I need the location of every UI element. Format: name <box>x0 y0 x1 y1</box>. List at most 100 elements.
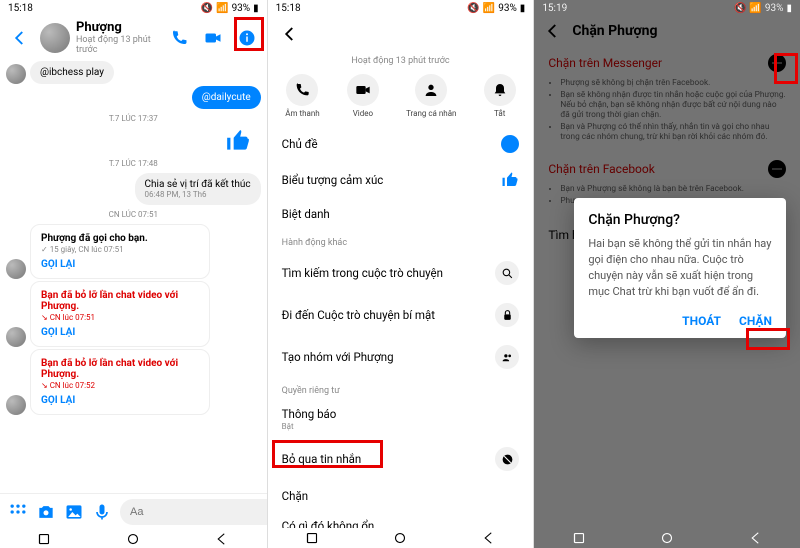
item-block[interactable]: Chặn <box>268 480 534 512</box>
callback-button[interactable]: GỌI LẠI <box>41 327 199 338</box>
back-nav-button[interactable] <box>480 529 498 547</box>
item-secret[interactable]: Đi đến Cuộc trò chuyện bí mật <box>268 294 534 336</box>
status-bar: 15:18 🔇 📶 93% ▮ <box>0 0 267 16</box>
recents-button[interactable] <box>303 529 321 547</box>
battery-text: 93% <box>498 3 517 14</box>
screen-details: 15:18 🔇 📶 93% ▮ Hoạt động 13 phút trước … <box>267 0 534 548</box>
mute-icon: 🔇 <box>467 3 479 14</box>
action-video[interactable]: Video <box>347 74 379 118</box>
item-nickname[interactable]: Biệt danh <box>268 198 534 230</box>
back-button[interactable] <box>6 24 34 52</box>
status-right: 🔇 📶 93% ▮ <box>201 3 259 14</box>
gallery-button[interactable] <box>64 501 84 523</box>
audio-call-button[interactable] <box>165 24 193 52</box>
ignore-icon <box>495 447 519 471</box>
wifi-icon: 📶 <box>216 3 228 14</box>
group-other: Hành động khác <box>268 230 534 252</box>
call-title: Phượng đã gọi cho bạn. <box>41 233 199 244</box>
missed-title: Bạn đã bỏ lỡ lần chat video với Phượng. <box>41 358 199 380</box>
timestamp: T.7 LÚC 17:48 <box>0 159 267 168</box>
call-card[interactable]: Phượng đã gọi cho bạn. ✓ 15 giây, CN lúc… <box>30 224 210 279</box>
status-bar: 15:18 🔇 📶 93% ▮ <box>268 0 534 16</box>
battery-icon: ▮ <box>253 3 259 14</box>
missed-call-card[interactable]: Bạn đã bỏ lỡ lần chat video với Phượng. … <box>30 349 210 415</box>
action-profile[interactable]: Trang cá nhân <box>406 74 456 118</box>
action-row: Âm thanh Video Trang cá nhân Tắt <box>272 74 530 118</box>
status-time: 15:18 <box>8 3 33 14</box>
group-icon <box>495 345 519 369</box>
mute-icon: 🔇 <box>201 3 213 14</box>
contact-name: Phượng <box>76 20 159 35</box>
dialog-body: Hai bạn sẽ không thể gửi tin nhắn hay gọ… <box>588 236 772 300</box>
action-audio[interactable]: Âm thanh <box>285 74 319 118</box>
recents-button[interactable] <box>570 529 588 547</box>
avatar <box>6 327 26 347</box>
avatar <box>6 64 26 84</box>
wifi-icon: 📶 <box>483 3 495 14</box>
callback-button[interactable]: GỌI LẠI <box>41 395 199 406</box>
contact-status: Hoạt động 13 phút trước <box>76 35 159 55</box>
dialog-confirm-button[interactable]: CHẶN <box>739 314 772 328</box>
dialog-cancel-button[interactable]: THOÁT <box>682 314 721 328</box>
confirm-dialog: Chặn Phượng? Hai bạn sẽ không thể gửi ti… <box>574 198 786 338</box>
location-sub: 06:48 PM, 13 Th6 <box>145 190 251 199</box>
home-button[interactable] <box>658 529 676 547</box>
mic-button[interactable] <box>92 501 112 523</box>
header-title-block[interactable]: Phượng Hoạt động 13 phút trước <box>76 20 159 55</box>
recents-button[interactable] <box>35 530 53 548</box>
nav-bar <box>0 529 267 548</box>
battery-icon: ▮ <box>520 3 526 14</box>
lock-icon <box>495 303 519 327</box>
missed-title: Bạn đã bỏ lỡ lần chat video với Phượng. <box>41 290 199 312</box>
timestamp: T.7 LÚC 17:37 <box>0 114 267 123</box>
location-title: Chia sẻ vị trí đã kết thúc <box>145 179 251 190</box>
chat-header: Phượng Hoạt động 13 phút trước <box>0 16 267 59</box>
msg-out[interactable]: @dailycute <box>192 86 261 109</box>
status-right: 🔇 📶 93% ▮ <box>467 3 525 14</box>
screen-block: 15:19 🔇 📶 93% ▮ Chặn Phượng Chặn trên Me… <box>533 0 800 548</box>
item-emoji[interactable]: Biểu tượng cảm xúc <box>268 162 534 198</box>
theme-dot-icon <box>501 135 519 153</box>
thumbs-up-icon[interactable] <box>225 128 251 154</box>
home-button[interactable] <box>391 529 409 547</box>
timestamp: CN LÚC 07:51 <box>0 210 267 219</box>
avatar[interactable] <box>40 23 70 53</box>
video-call-button[interactable] <box>199 24 227 52</box>
status-bar-overlay: 15:19 🔇📶93%▮ <box>534 0 800 16</box>
home-button[interactable] <box>124 530 142 548</box>
details-title: Hoạt động 13 phút trước <box>268 56 534 66</box>
screen-chat: 15:18 🔇 📶 93% ▮ Phượng Hoạt động 13 phút… <box>0 0 267 548</box>
group-privacy: Quyền riêng tư <box>268 378 534 400</box>
item-create-group[interactable]: Tạo nhóm với Phượng <box>268 336 534 378</box>
message-input[interactable] <box>120 499 267 525</box>
call-meta: ✓ 15 giây, CN lúc 07:51 <box>41 245 199 254</box>
camera-button[interactable] <box>36 501 56 523</box>
missed-call-card[interactable]: Bạn đã bỏ lỡ lần chat video với Phượng. … <box>30 281 210 347</box>
location-card[interactable]: Chia sẻ vị trí đã kết thúc 06:48 PM, 13 … <box>135 173 261 205</box>
back-nav-button[interactable] <box>747 529 765 547</box>
composer <box>0 493 267 529</box>
contact-status: Hoạt động 13 phút trước <box>268 56 534 66</box>
settings-list: Chủ đề Biểu tượng cảm xúc Biệt danh Hành… <box>268 126 534 548</box>
action-mute[interactable]: Tắt <box>484 74 516 118</box>
back-button[interactable] <box>276 20 304 48</box>
back-nav-button[interactable] <box>213 530 231 548</box>
item-ignore[interactable]: Bỏ qua tin nhắn <box>268 438 534 480</box>
details-header <box>268 16 534 52</box>
status-time: 15:18 <box>276 3 301 14</box>
msg-in[interactable]: @ibchess play <box>30 61 114 84</box>
info-button[interactable] <box>233 24 261 52</box>
apps-button[interactable] <box>8 501 28 523</box>
missed-meta: ↘ CN lúc 07:52 <box>41 381 199 390</box>
item-notifications[interactable]: Thông báoBật <box>268 400 534 438</box>
callback-button[interactable]: GỌI LẠI <box>41 259 199 270</box>
search-icon <box>495 261 519 285</box>
thumbs-up-icon <box>501 171 519 189</box>
battery-text: 93% <box>232 3 251 14</box>
item-theme[interactable]: Chủ đề <box>268 126 534 162</box>
missed-meta: ↘ CN lúc 07:51 <box>41 313 199 322</box>
item-search[interactable]: Tìm kiếm trong cuộc trò chuyện <box>268 252 534 294</box>
avatar <box>6 259 26 279</box>
chat-body[interactable]: @ibchess play @dailycute T.7 LÚC 17:37 T… <box>0 59 267 493</box>
nav-bar <box>268 528 534 548</box>
